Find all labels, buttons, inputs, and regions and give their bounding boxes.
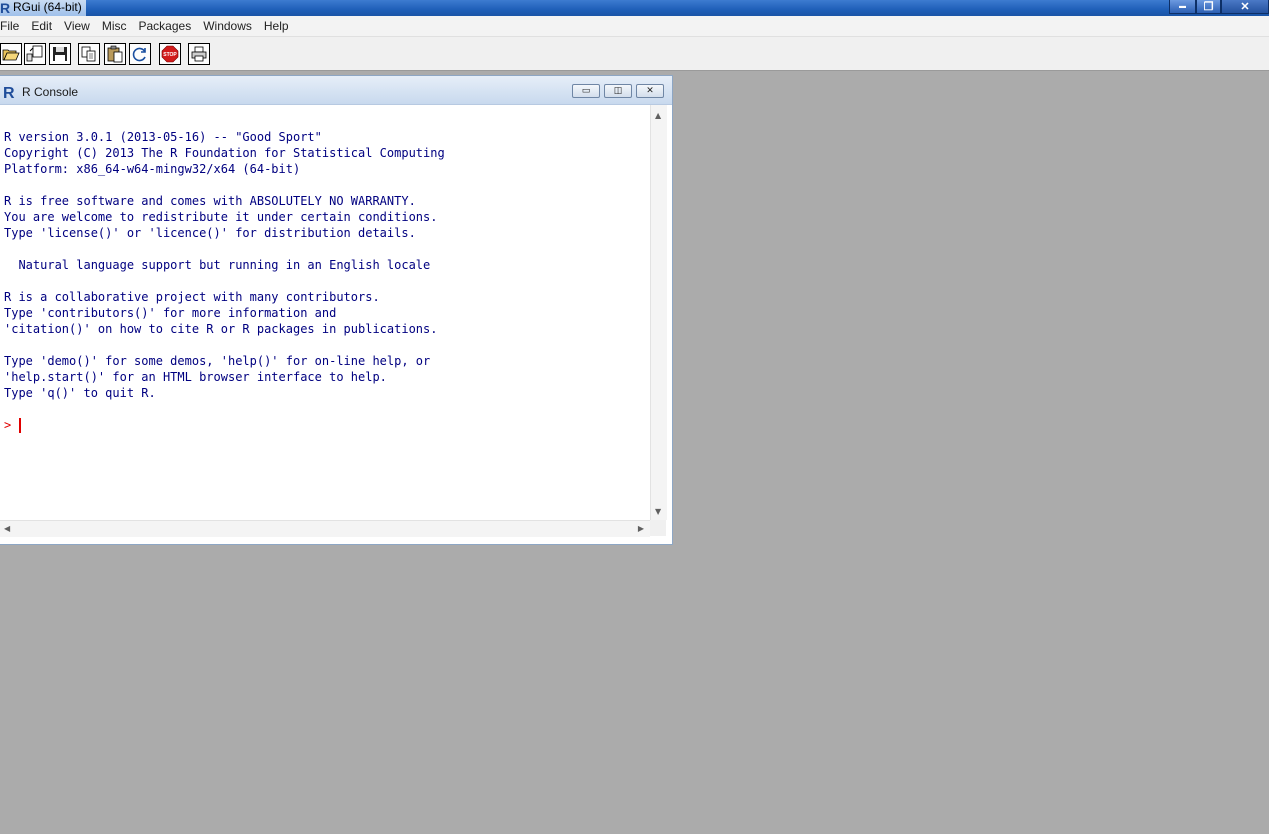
r-console-window[interactable]: R R Console ▭ ◫ ✕ R version 3.0.1 (2013-…: [0, 75, 673, 545]
menu-bar: File Edit View Misc Packages Windows Hel…: [0, 16, 1269, 37]
prompt-symbol: >: [4, 418, 12, 432]
floppy-disk-icon: [53, 47, 67, 61]
menu-help[interactable]: Help: [258, 16, 295, 36]
folder-open-icon: [2, 49, 20, 61]
menu-windows[interactable]: Windows: [197, 16, 258, 36]
app-titlebar[interactable]: R RGui (64-bit) ▬ ❐ ✕: [0, 0, 1269, 16]
scroll-down-icon[interactable]: ▼: [655, 507, 661, 516]
restore-icon: ❐: [1203, 1, 1214, 13]
menu-view[interactable]: View: [58, 16, 96, 36]
console-output: R version 3.0.1 (2013-05-16) -- "Good Sp…: [4, 130, 445, 400]
copy-icon: [81, 46, 96, 62]
load-workspace-icon: [26, 45, 43, 62]
paste-button[interactable]: [104, 43, 126, 65]
menu-misc[interactable]: Misc: [96, 16, 133, 36]
paste-icon: [107, 45, 123, 63]
save-workspace-button[interactable]: [49, 43, 71, 65]
scroll-up-icon[interactable]: ▲: [655, 111, 661, 120]
print-button[interactable]: [188, 43, 210, 65]
menu-edit[interactable]: Edit: [25, 16, 58, 36]
console-close-button[interactable]: ✕: [636, 84, 664, 98]
refresh-icon: [132, 47, 146, 62]
console-window-controls: ▭ ◫ ✕: [572, 84, 664, 98]
minimize-icon: ▭: [581, 86, 591, 96]
app-title-area: R RGui (64-bit): [0, 0, 86, 16]
vertical-scrollbar[interactable]: ▲ ▼: [650, 105, 667, 520]
stop-label: STOP: [163, 52, 177, 58]
toolbar: STOP: [0, 37, 1269, 71]
open-script-button[interactable]: [0, 43, 22, 65]
r-logo-icon: R: [0, 0, 10, 16]
console-output-area[interactable]: R version 3.0.1 (2013-05-16) -- "Good Sp…: [0, 105, 650, 520]
size-grip[interactable]: [650, 520, 666, 536]
console-restore-button[interactable]: ◫: [604, 84, 632, 98]
scroll-left-icon[interactable]: ◀: [4, 524, 10, 533]
load-workspace-button[interactable]: [24, 43, 46, 65]
close-icon: ✕: [1240, 1, 1250, 13]
minimize-icon: ▬: [1179, 3, 1186, 10]
console-minimize-button[interactable]: ▭: [572, 84, 600, 98]
console-titlebar[interactable]: R R Console ▭ ◫ ✕: [0, 76, 672, 105]
copy-button[interactable]: [78, 43, 100, 65]
printer-icon: [191, 46, 207, 62]
scroll-right-icon[interactable]: ▶: [638, 524, 644, 533]
svg-text:R: R: [3, 85, 15, 99]
menu-packages[interactable]: Packages: [133, 16, 198, 36]
restore-button[interactable]: ❐: [1196, 0, 1221, 14]
minimize-button[interactable]: ▬: [1169, 0, 1196, 14]
window-controls: ▬ ❐ ✕: [1169, 0, 1269, 14]
copy-paste-button[interactable]: [129, 43, 151, 65]
app-title: RGui (64-bit): [13, 0, 82, 14]
svg-text:R: R: [0, 0, 10, 16]
restore-icon: ◫: [613, 86, 623, 96]
stop-button[interactable]: STOP: [159, 43, 181, 65]
menu-file[interactable]: File: [0, 16, 25, 36]
horizontal-scrollbar[interactable]: ◀ ▶: [0, 520, 650, 537]
console-title: R Console: [22, 85, 79, 99]
stop-sign-icon: STOP: [161, 45, 179, 63]
close-button[interactable]: ✕: [1221, 0, 1269, 14]
text-cursor: [19, 417, 22, 433]
console-prompt-line[interactable]: >: [4, 417, 22, 433]
r-logo-icon: R: [3, 85, 15, 99]
close-icon: ✕: [646, 86, 654, 96]
